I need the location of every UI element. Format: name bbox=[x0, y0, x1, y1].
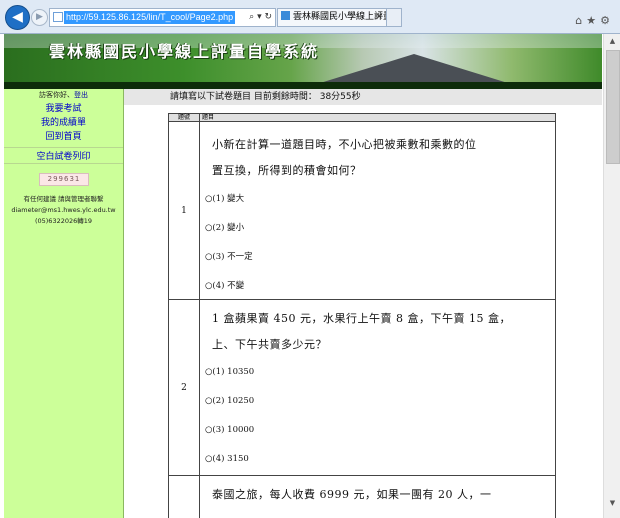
answer-option[interactable]: ○(1) 變大 bbox=[205, 192, 244, 204]
table-row: 1 小新在計算一道題目時，不小心把被乘數和乘數的位 置互換，所得到的積會如何？ … bbox=[168, 122, 556, 300]
scroll-up-icon[interactable]: ▲ bbox=[604, 34, 620, 48]
header-num: 題號 bbox=[169, 114, 200, 122]
greeting-text: 訪客你好、 bbox=[39, 91, 74, 99]
question-text: 置互換，所得到的積會如何？ bbox=[212, 164, 362, 177]
timer-text: 請填寫以下試卷題目 目前剩餘時間： 38分55秒 bbox=[170, 92, 361, 102]
arrow-left-icon: ◀ bbox=[12, 9, 23, 25]
logout-link[interactable]: 登出 bbox=[74, 91, 88, 99]
sidebar: 訪客你好、登出 我要考試 我的成績單 回到首頁 空白試卷列印 299631 有任… bbox=[4, 89, 124, 518]
answer-option[interactable]: ○(2) 10250 bbox=[205, 396, 254, 406]
arrow-right-icon: ▶ bbox=[36, 12, 43, 22]
question-text: 上、下午共賣多少元？ bbox=[212, 338, 327, 351]
scroll-thumb[interactable] bbox=[606, 50, 620, 164]
question-number: 1 bbox=[169, 122, 200, 299]
answer-option[interactable]: ○(4) 不變 bbox=[205, 279, 244, 291]
contact-phone: (05)6322026轉19 bbox=[34, 217, 93, 225]
browser-tab[interactable]: 雲林縣國民小學線上評量自... × bbox=[277, 8, 387, 27]
banner-divider bbox=[4, 82, 602, 89]
contact-email: diameter@ms1.hwes.ylc.edu.tw bbox=[11, 206, 116, 214]
captcha-image: 299631 bbox=[39, 173, 89, 186]
exam-header: 請填寫以下試卷題目 目前剩餘時間： 38分55秒 bbox=[124, 89, 602, 105]
answer-option[interactable]: ○(2) 變小 bbox=[205, 221, 244, 233]
sidebar-item-home[interactable]: 回到首頁 bbox=[4, 129, 123, 142]
address-bar[interactable]: http://59.125.86.125/lin/T_cool/Page2.ph… bbox=[49, 8, 276, 27]
page-icon bbox=[53, 12, 63, 22]
table-row: 泰國之旅，每人收費 6999 元，如果一團有 20 人，一 bbox=[168, 476, 556, 518]
answer-option[interactable]: ○(4) 3150 bbox=[205, 454, 249, 464]
back-button[interactable]: ◀ bbox=[5, 5, 30, 30]
new-tab-button[interactable] bbox=[386, 8, 402, 27]
search-refresh-icon[interactable]: ⌕ ▾ ↻ bbox=[249, 9, 272, 26]
sidebar-item-take-exam[interactable]: 我要考試 bbox=[4, 101, 123, 114]
question-number bbox=[169, 476, 200, 518]
table-header: 題號 題目 bbox=[168, 113, 556, 122]
address-url[interactable]: http://59.125.86.125/lin/T_cool/Page2.ph… bbox=[64, 11, 236, 24]
question-text: 1 盒蘋果賣 450 元，水果行上午賣 8 盒，下午賣 15 盒， bbox=[212, 312, 511, 325]
question-text: 小新在計算一道題目時，不小心把被乘數和乘數的位 bbox=[212, 138, 477, 151]
greeting: 訪客你好、登出 bbox=[4, 90, 123, 100]
answer-option[interactable]: ○(3) 不一定 bbox=[205, 250, 253, 262]
contact-info: 有任何建議 請與管理者聯繫 diameter@ms1.hwes.ylc.edu.… bbox=[4, 194, 123, 227]
vertical-scrollbar[interactable]: ▲ ▼ bbox=[603, 34, 620, 518]
question-number: 2 bbox=[169, 300, 200, 475]
browser-toolbar: ◀ ▶ http://59.125.86.125/lin/T_cool/Page… bbox=[0, 0, 620, 34]
tab-favicon-icon bbox=[281, 11, 290, 20]
table-row: 2 1 盒蘋果賣 450 元，水果行上午賣 8 盒，下午賣 15 盒， 上、下午… bbox=[168, 300, 556, 476]
answer-option[interactable]: ○(3) 10000 bbox=[205, 425, 254, 435]
forward-button[interactable]: ▶ bbox=[31, 9, 48, 26]
close-tab-icon[interactable]: × bbox=[375, 9, 383, 26]
site-banner: 雲林縣國民小學線上評量自學系統 bbox=[4, 34, 602, 86]
tab-title: 雲林縣國民小學線上評量自... bbox=[293, 12, 386, 22]
sidebar-print-wrap: 空白試卷列印 bbox=[4, 147, 123, 164]
question-text: 泰國之旅，每人收費 6999 元，如果一團有 20 人，一 bbox=[212, 488, 492, 501]
sidebar-item-my-grades[interactable]: 我的成績單 bbox=[4, 115, 123, 128]
sidebar-item-print-blank[interactable]: 空白試卷列印 bbox=[4, 149, 123, 162]
header-question: 題目 bbox=[202, 114, 215, 121]
scroll-down-icon[interactable]: ▼ bbox=[604, 496, 620, 510]
answer-option[interactable]: ○(1) 10350 bbox=[205, 367, 254, 377]
site-title: 雲林縣國民小學線上評量自學系統 bbox=[49, 42, 320, 61]
home-favorites-settings-icon[interactable]: ⌂★⚙ bbox=[575, 14, 614, 27]
contact-text: 有任何建議 請與管理者聯繫 bbox=[23, 195, 104, 203]
